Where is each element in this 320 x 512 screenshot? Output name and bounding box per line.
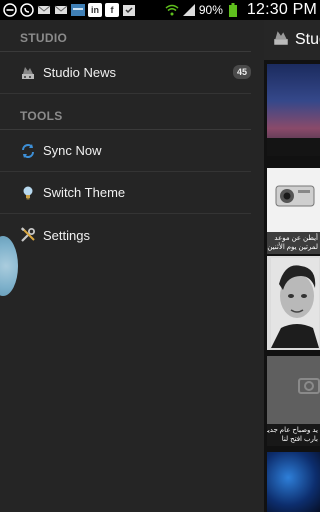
drawer-item-label: Sync Now <box>43 143 102 158</box>
main-content[interactable]: Studio أيطن عن موعد لمرتين يوم الأثنين <box>264 20 320 512</box>
action-bar: Studio <box>264 20 320 60</box>
drawer-item-switch-theme[interactable]: Switch Theme <box>0 172 251 214</box>
signal-icon <box>182 3 196 17</box>
section-header-tools: TOOLS <box>0 98 251 130</box>
drawer-item-label: Switch Theme <box>43 185 126 200</box>
lightbulb-icon <box>20 185 36 201</box>
camera-placeholder-icon <box>298 378 320 394</box>
battery-icon <box>226 3 240 17</box>
whatsapp-icon <box>20 3 34 17</box>
linkedin-icon: in <box>88 3 102 17</box>
sync-icon <box>20 143 36 159</box>
settings-icon <box>20 227 36 243</box>
facebook-icon: f <box>105 3 119 17</box>
news-tile[interactable] <box>267 256 320 350</box>
navigation-drawer: STUDIO Studio News 45 TOOLS Sync Now Swi… <box>0 20 264 512</box>
mail-icon <box>54 3 68 17</box>
section-header-studio: STUDIO <box>0 20 251 52</box>
studio-news-icon <box>20 65 36 81</box>
drawer-item-settings[interactable]: Settings <box>0 214 251 256</box>
clock: 12:30 PM <box>246 1 317 18</box>
minus-circle-icon <box>3 3 17 17</box>
news-tile[interactable] <box>267 452 320 512</box>
tile-caption: أيطن عن موعد لمرتين يوم الأثنين <box>267 232 320 254</box>
portrait-image <box>271 258 319 348</box>
news-tile[interactable]: أيطن عن موعد لمرتين يوم الأثنين <box>267 168 320 254</box>
app-logo-icon <box>272 29 290 52</box>
unread-count-badge: 45 <box>232 65 251 79</box>
mail-icon <box>37 3 51 17</box>
news-tile[interactable] <box>267 64 320 156</box>
status-bar: in f 90% 12:30 PM <box>0 0 320 20</box>
drawer-item-studio-news[interactable]: Studio News 45 <box>0 52 251 94</box>
checklist-icon <box>122 3 136 17</box>
battery-percent: 90% <box>198 3 223 17</box>
news-app-icon <box>71 3 85 17</box>
drawer-item-label: Settings <box>43 227 90 243</box>
projector-image <box>275 185 315 207</box>
tile-caption: يد وصباح عام جديد بارب افتح لنا <box>267 424 320 446</box>
drawer-item-sync-now[interactable]: Sync Now <box>0 130 251 172</box>
drawer-item-label: Studio News <box>43 65 116 80</box>
wifi-icon <box>165 3 179 17</box>
news-tile[interactable]: يد وصباح عام جديد بارب افتح لنا <box>267 356 320 446</box>
action-bar-title: Studio <box>295 31 320 48</box>
